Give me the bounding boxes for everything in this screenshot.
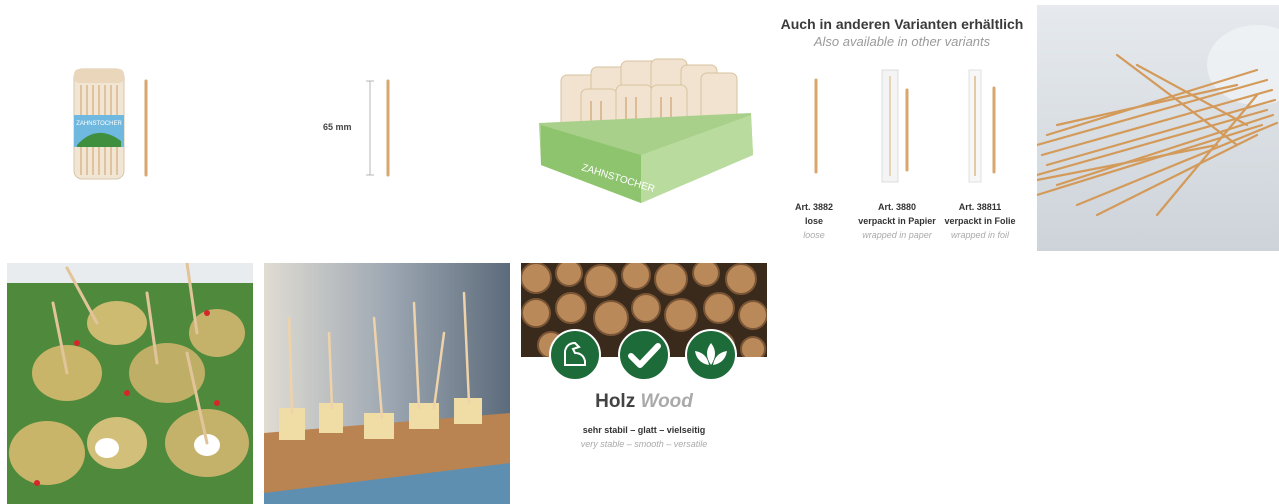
material-icons xyxy=(549,329,739,381)
variant-label-en: wrapped in paper xyxy=(862,230,932,240)
jar-label: ZAHNSTOCHER xyxy=(76,121,122,127)
variants-illustration xyxy=(778,60,1026,190)
check-icon xyxy=(618,329,670,381)
toothpick-size-image xyxy=(264,5,510,251)
material-title: Holz Wood xyxy=(521,391,767,413)
variants-subtitle: Also available in other variants xyxy=(813,34,991,49)
variant-label-en: loose xyxy=(803,230,825,240)
variant-art: Art. 3882 xyxy=(794,202,834,212)
material-title-en: Wood xyxy=(640,391,693,412)
variant-art: Art. 38811 xyxy=(958,202,1002,212)
material-title-de: Holz xyxy=(595,391,636,412)
variant-3882: Art. 3882 lose loose xyxy=(769,200,859,242)
variant-38811: Art. 38811 verpackt in Folie wrapped in … xyxy=(935,200,1025,242)
zucchini-rolls-photo xyxy=(7,263,253,504)
length-label: 65 mm xyxy=(323,122,352,132)
spilled-toothpicks-photo xyxy=(1037,5,1279,251)
material-desc-de: sehr stabil – glatt – vielseitig xyxy=(582,425,706,435)
material-desc-en: very stable – smooth – versatile xyxy=(580,439,708,449)
cheese-cubes-photo xyxy=(264,263,510,504)
variant-label-de: lose xyxy=(804,216,823,226)
variants-title: Auch in anderen Varianten erhältlich xyxy=(780,16,1024,32)
variant-label-en: wrapped in foil xyxy=(950,230,1010,240)
display-box-image: ZAHNSTOCHER xyxy=(521,5,767,251)
variant-3880: Art. 3880 verpackt in Papier wrapped in … xyxy=(852,200,942,242)
strength-icon xyxy=(549,329,601,381)
variant-label-de: verpackt in Papier xyxy=(858,216,936,226)
variant-label-de: verpackt in Folie xyxy=(944,216,1016,226)
product-jar-image: ZAHNSTOCHER xyxy=(7,5,253,251)
leaf-icon xyxy=(685,329,737,381)
variant-art: Art. 3880 xyxy=(877,202,917,212)
